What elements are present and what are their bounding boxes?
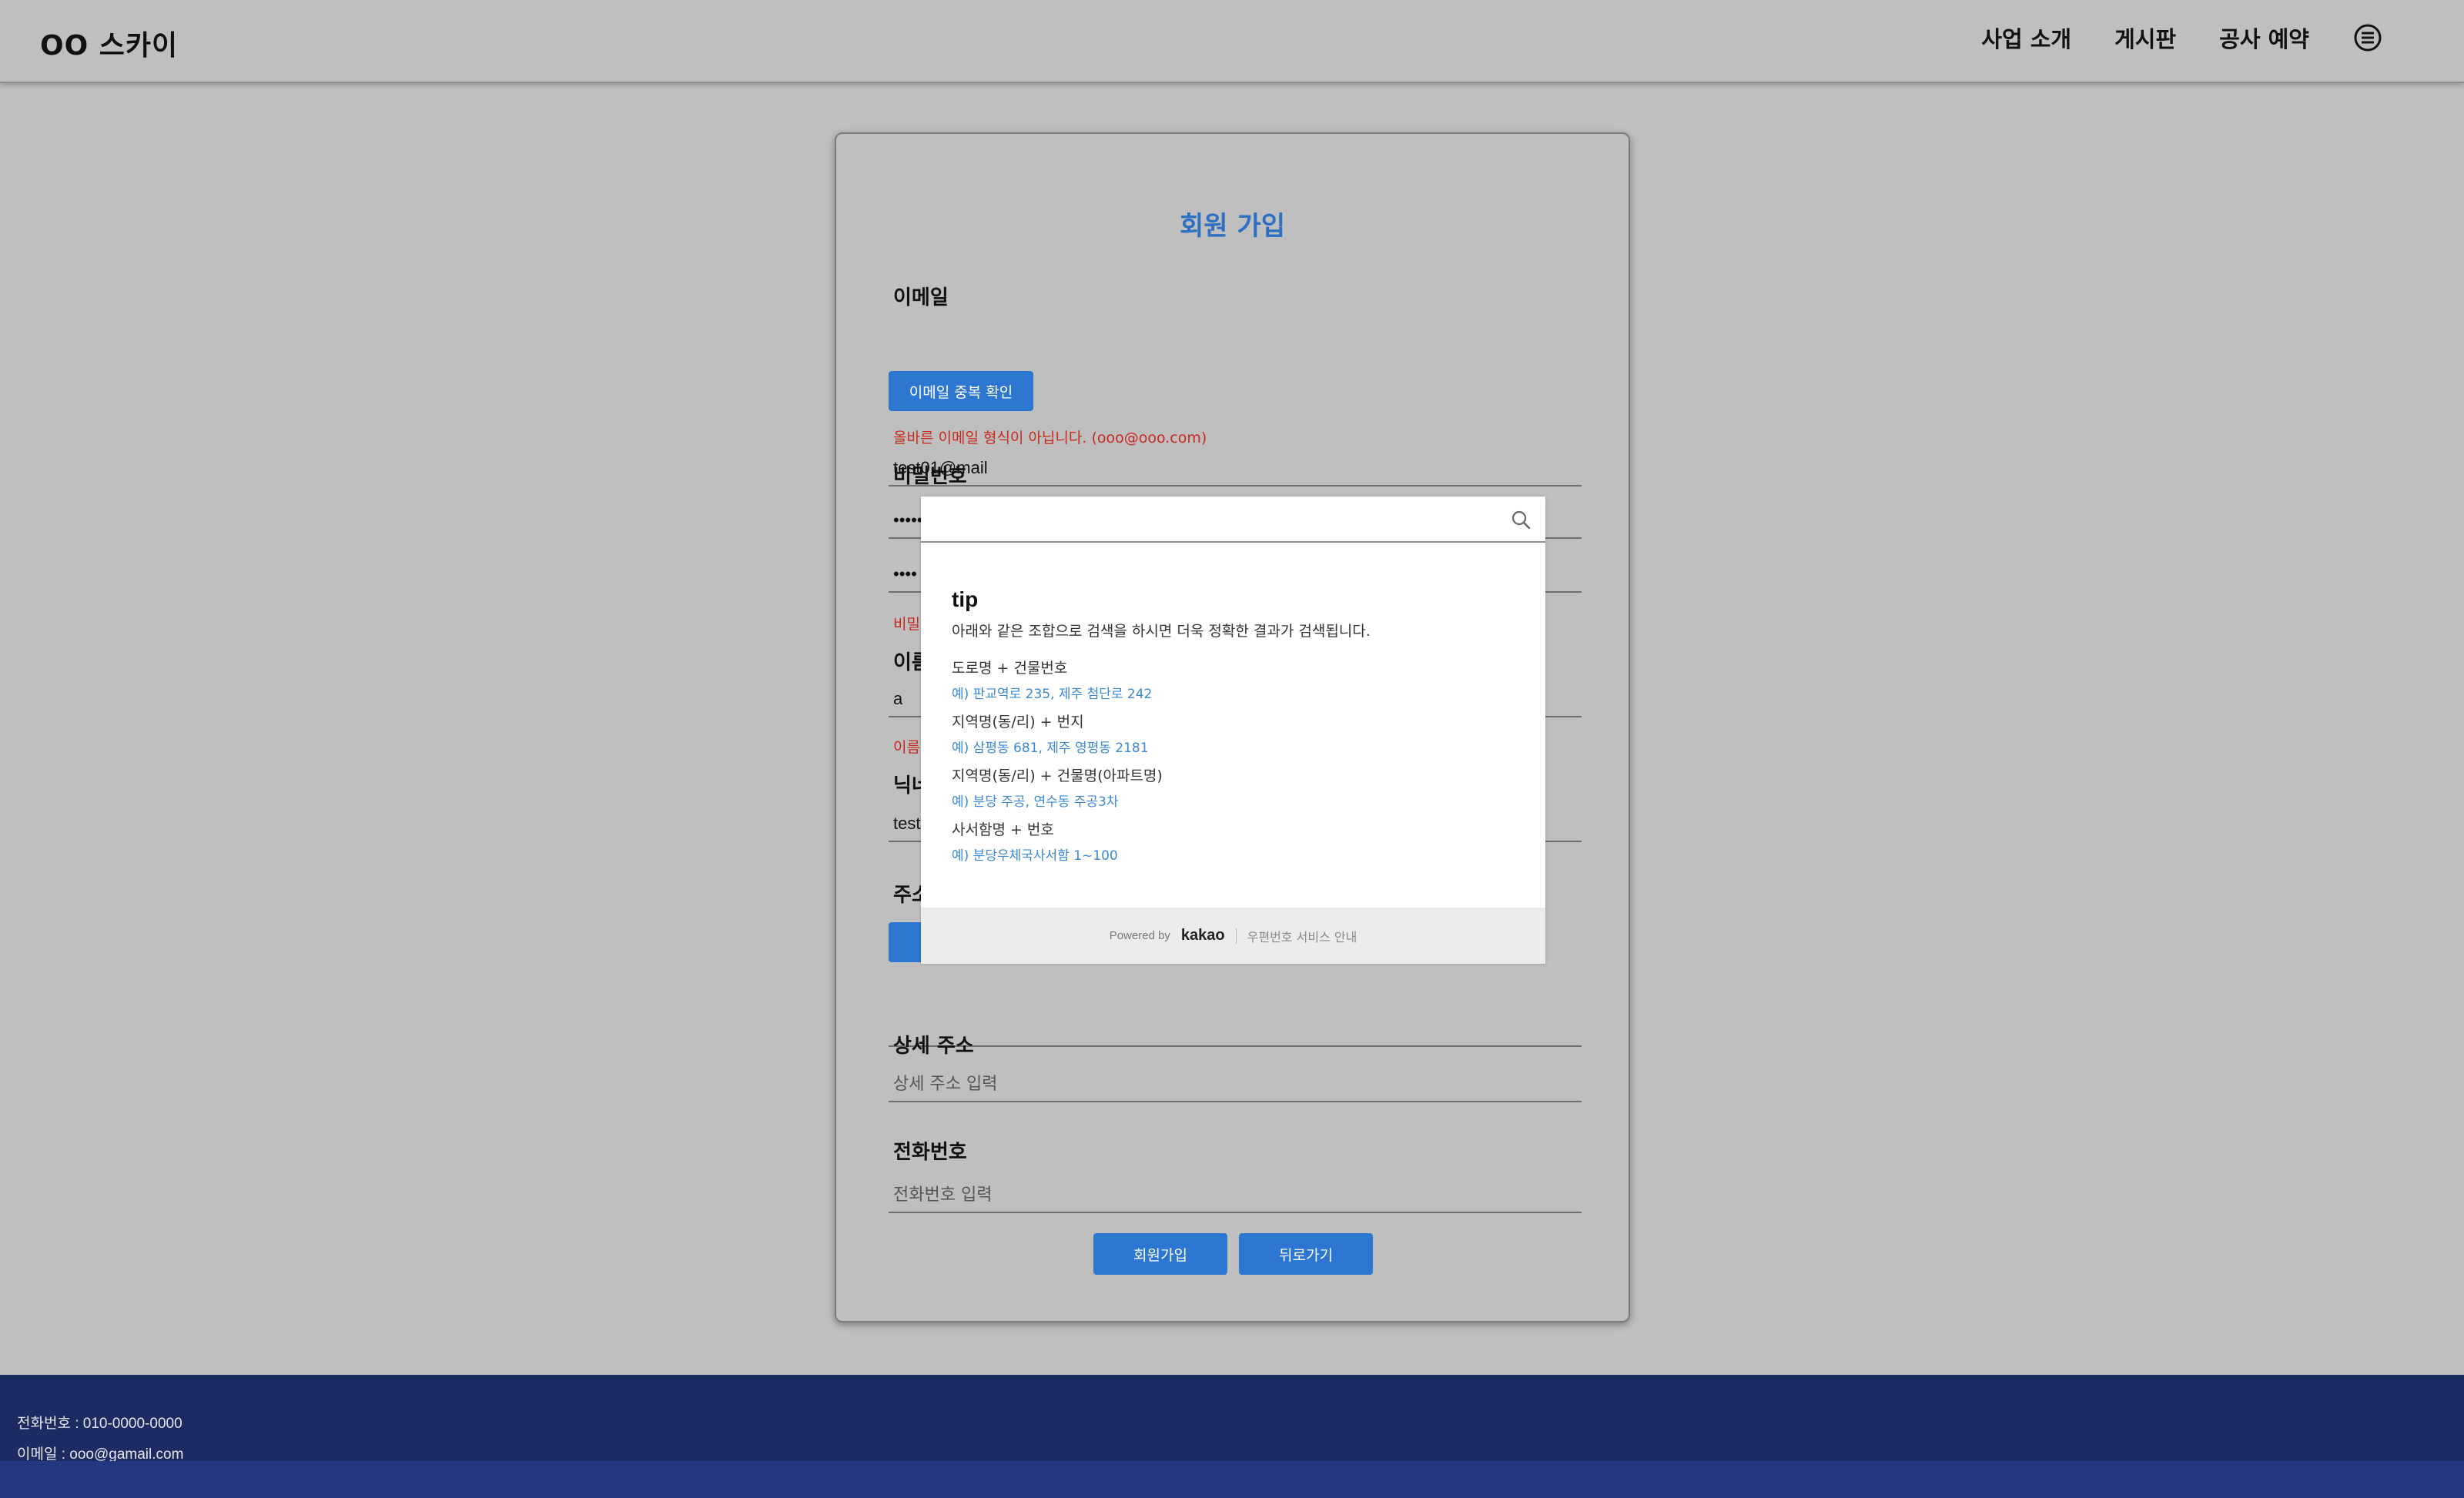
powered-by-text: Powered by [1109,929,1170,942]
nav-item-board[interactable]: 게시판 [2114,22,2176,54]
tip-label-lot-number: 지역명(동/리) + 번지 [952,714,1084,731]
kakao-logo[interactable]: kakao [1181,927,1225,945]
search-icon[interactable] [1510,509,1532,530]
page-title: 회원 가입 [1180,211,1285,242]
footer-phone: 전화번호 : 010-0000-0000 [17,1416,182,1432]
email-label: 이메일 [893,286,949,309]
email-duplicate-check-button[interactable]: 이메일 중복 확인 [889,371,1033,411]
footer-bottom-bar [0,1461,2464,1498]
email-error-message: 올바른 이메일 형식이 아닙니다. (ooo@ooo.com) [893,430,1207,446]
main-nav: 사업 소개 게시판 공사 예약 [1981,22,2383,54]
hamburger-menu-icon[interactable] [2352,22,2383,53]
site-header: OO 스카이 사업 소개 게시판 공사 예약 [0,0,2464,83]
tip-example-road-name: 예) 판교역로 235, 제주 첨단로 242 [952,687,1153,702]
address-input[interactable] [889,1011,1582,1047]
signup-submit-button[interactable]: 회원가입 [1093,1233,1227,1275]
name-error-message: 이름 [893,739,920,756]
phone-label: 전화번호 [893,1141,967,1164]
tip-label-building-name: 지역명(동/리) + 건물명(아파트명) [952,767,1163,784]
tip-label-road-name: 도로명 + 건물번호 [952,660,1068,677]
tip-label-po-box: 사서함명 + 번호 [952,821,1054,838]
brand-logo[interactable]: OO 스카이 [40,23,178,63]
postcode-service-guide-link[interactable]: 우편번호 서비스 안내 [1247,927,1358,945]
site-footer: 전화번호 : 010-0000-0000 이메일 : ooo@gamail.co… [0,1375,2464,1463]
postcode-search-bar [921,497,1545,543]
postcode-search-input[interactable] [933,503,1491,538]
footer-email: 이메일 : ooo@gamail.com [17,1446,184,1463]
detail-address-label: 상세 주소 [893,1035,974,1058]
tip-example-building-name: 예) 분당 주공, 연수동 주공3차 [952,794,1119,810]
password-label: 비밀번호 [893,465,967,488]
tip-example-po-box: 예) 분당우체국사서함 1~100 [952,848,1118,864]
back-button[interactable]: 뒤로가기 [1239,1233,1373,1275]
tip-example-lot-number: 예) 삼평동 681, 제주 영평동 2181 [952,741,1149,756]
tip-title: tip [952,587,979,611]
nav-item-business-intro[interactable]: 사업 소개 [1981,22,2071,54]
postcode-search-modal: tip 아래와 같은 조합으로 검색을 하시면 더욱 정확한 결과가 검색됩니다… [921,497,1545,964]
phone-input[interactable] [889,1178,1582,1213]
tip-description: 아래와 같은 조합으로 검색을 하시면 더욱 정확한 결과가 검색됩니다. [952,623,1371,640]
email-input[interactable] [889,451,1582,487]
nav-item-construction-booking[interactable]: 공사 예약 [2219,22,2309,54]
password-error-message: 비밀 [893,616,920,633]
footer-divider [1235,928,1237,944]
detail-address-input[interactable] [889,1067,1582,1102]
postcode-modal-footer: Powered by kakao 우편번호 서비스 안내 [921,908,1545,964]
